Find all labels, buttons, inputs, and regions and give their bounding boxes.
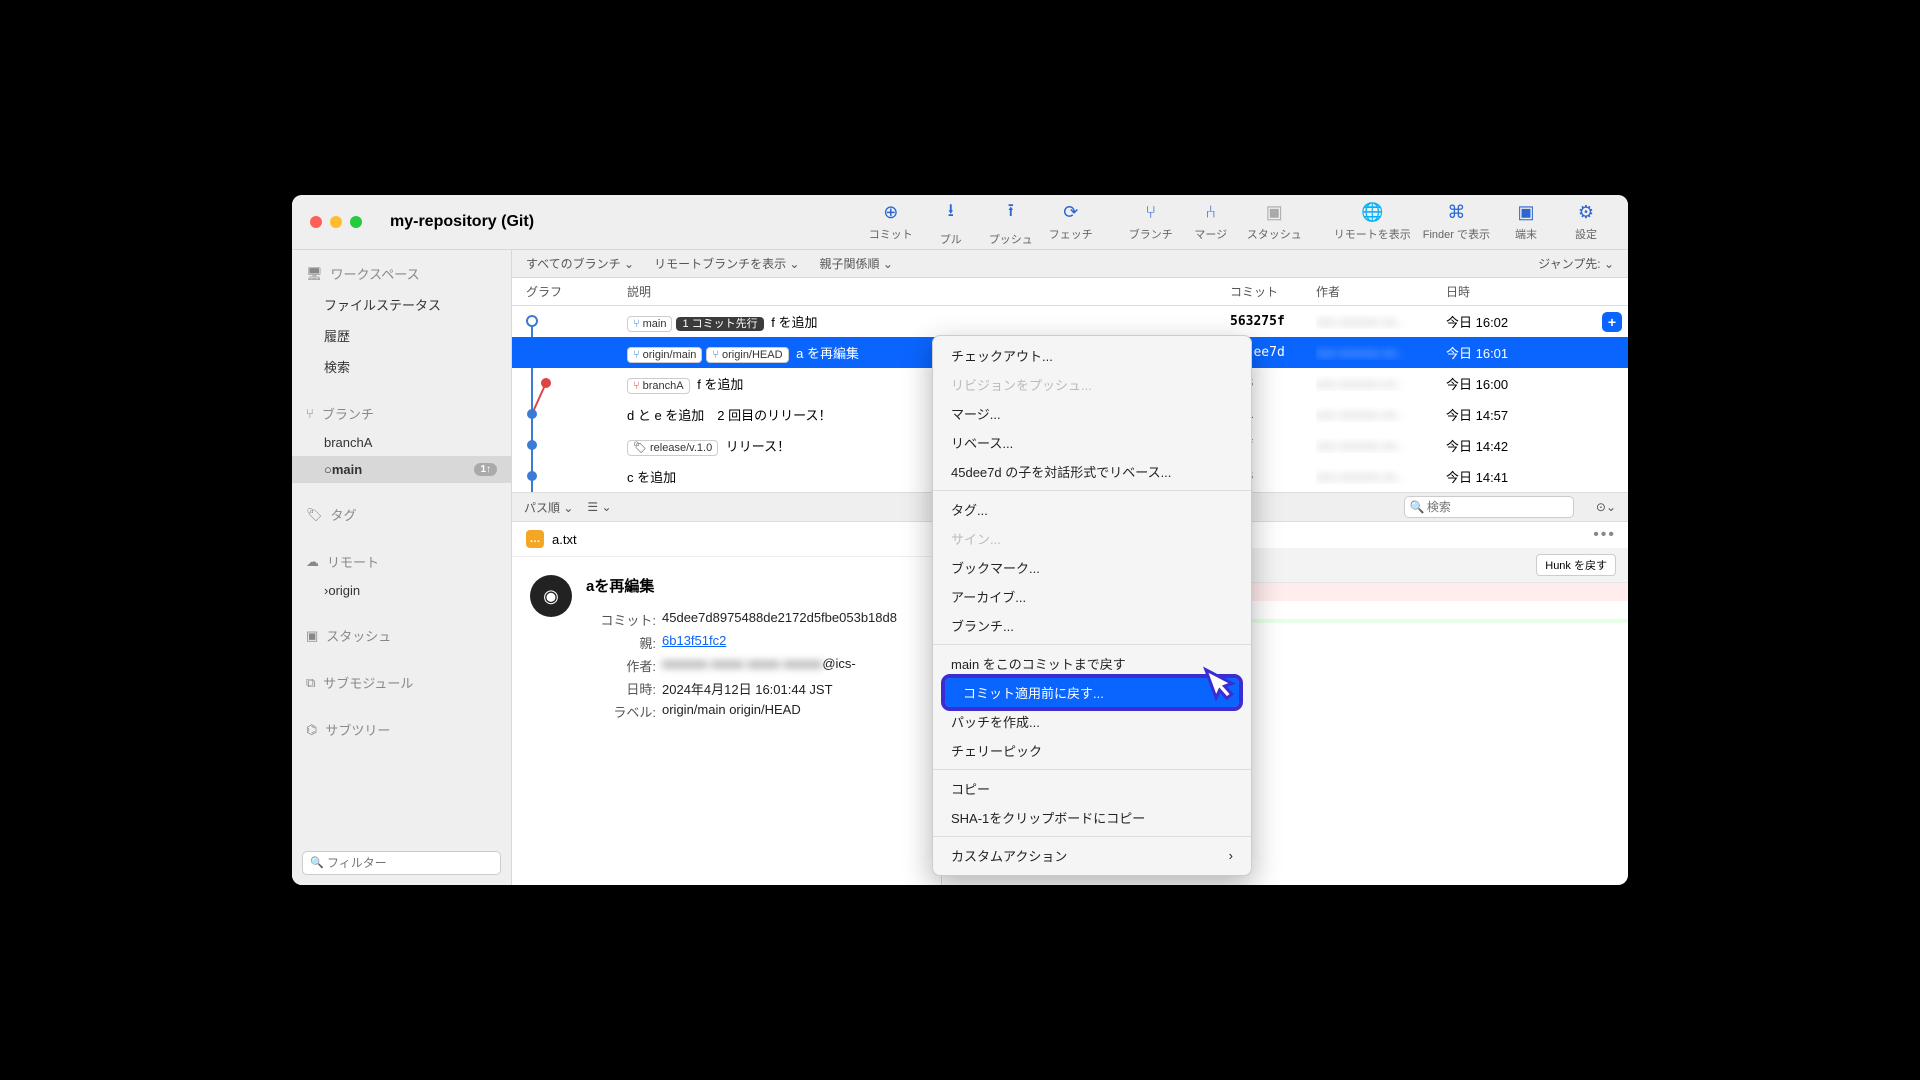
sidebar-item-search[interactable]: 検索 <box>292 351 511 382</box>
filter-input[interactable] <box>302 851 501 875</box>
sidebar-stashes-head[interactable]: ▣スタッシュ <box>292 620 511 651</box>
tag-icon: 🏷 <box>306 507 323 523</box>
sidebar-item-file-status[interactable]: ファイルステータス <box>292 289 511 320</box>
search-icon: 🔍 <box>310 856 324 869</box>
monitor-icon: 🖥 <box>306 266 323 282</box>
menu-bookmark[interactable]: ブックマーク... <box>933 553 1251 582</box>
sidebar-remotes-head[interactable]: ☁リモート <box>292 546 511 577</box>
sidebar-item-origin[interactable]: › origin <box>292 577 511 604</box>
menu-reset-main[interactable]: main をこのコミットまで戻す <box>933 649 1251 678</box>
maximize-icon[interactable] <box>350 216 362 228</box>
stash-button[interactable]: ▣スタッシュ <box>1241 195 1308 251</box>
show-remote-button[interactable]: 🌐リモートを表示 <box>1328 195 1417 251</box>
menu-copy-sha[interactable]: SHA-1をクリップボードにコピー <box>933 803 1251 832</box>
menu-copy[interactable]: コピー <box>933 774 1251 803</box>
filter-show-remote[interactable]: リモートブランチを表示 ⌄ <box>654 255 799 272</box>
menu-cherry-pick[interactable]: チェリーピック <box>933 736 1251 765</box>
sidebar-tags-head[interactable]: 🏷タグ <box>292 499 511 530</box>
close-icon[interactable] <box>310 216 322 228</box>
sidebar-workspace-head[interactable]: 🖥ワークスペース <box>292 258 511 289</box>
list-options-button[interactable]: ☰ ⌄ <box>587 500 611 514</box>
submodule-icon: ⧉ <box>306 675 315 691</box>
globe-icon: 🌐 <box>1361 202 1383 223</box>
sidebar: 🖥ワークスペース ファイルステータス 履歴 検索 ⑂ブランチ branchA ○… <box>292 250 512 885</box>
terminal-button[interactable]: ▣端末 <box>1496 195 1556 251</box>
menu-interactive-rebase[interactable]: 45dee7d の子を対話形式でリベース... <box>933 457 1251 486</box>
sidebar-item-brancha[interactable]: branchA <box>292 429 511 456</box>
branch-icon: ⑂ <box>1145 202 1156 223</box>
terminal-icon: ▣ <box>1517 202 1534 223</box>
file-item[interactable]: … a.txt <box>512 522 941 556</box>
pull-button[interactable]: ⭳プル <box>921 195 981 251</box>
menu-custom-action[interactable]: カスタムアクション› <box>933 841 1251 870</box>
app-window: my-repository (Git) ⊕コミット ⭳プル ⭱プッシュ ⟳フェッ… <box>292 195 1628 885</box>
add-button[interactable]: + <box>1602 312 1622 332</box>
menu-sign: サイン... <box>933 524 1251 553</box>
menu-branch[interactable]: ブランチ... <box>933 611 1251 640</box>
menu-checkout[interactable]: チェックアウト... <box>933 341 1251 370</box>
filter-all-branches[interactable]: すべてのブランチ ⌄ <box>526 255 634 272</box>
titlebar: my-repository (Git) ⊕コミット ⭳プル ⭱プッシュ ⟳フェッ… <box>292 195 1628 250</box>
window-title: my-repository (Git) <box>390 213 534 231</box>
options-icon[interactable]: ⊙⌄ <box>1596 500 1616 514</box>
search-icon: 🔍 <box>1410 500 1425 514</box>
parent-link[interactable]: 6b13f51fc2 <box>662 633 726 648</box>
plus-circle-icon: ⊕ <box>883 202 898 223</box>
revert-hunk-button[interactable]: Hunk を戻す <box>1536 554 1616 576</box>
sidebar-item-history[interactable]: 履歴 <box>292 320 511 351</box>
subtree-icon: ⌬ <box>306 722 317 738</box>
show-finder-button[interactable]: ⌘Finder で表示 <box>1417 195 1496 251</box>
menu-create-patch[interactable]: パッチを作成... <box>933 707 1251 736</box>
branch-button[interactable]: ⑂ブランチ <box>1121 195 1181 251</box>
settings-button[interactable]: ⚙設定 <box>1556 195 1616 251</box>
fetch-icon: ⟳ <box>1063 202 1078 223</box>
merge-icon: ⑃ <box>1205 202 1216 223</box>
table-header: グラフ 説明 コミット 作者 日時 <box>512 278 1628 306</box>
stash-icon: ▣ <box>1266 202 1283 223</box>
menu-push-rev: リビジョンをプッシュ... <box>933 370 1251 399</box>
minimize-icon[interactable] <box>330 216 342 228</box>
avatar: ◉ <box>530 575 572 617</box>
file-modified-icon: … <box>526 530 544 548</box>
main-pane: すべてのブランチ ⌄ リモートブランチを表示 ⌄ 親子関係順 ⌄ ジャンプ先: … <box>512 250 1628 885</box>
context-menu: チェックアウト... リビジョンをプッシュ... マージ... リベース... … <box>932 335 1252 876</box>
sidebar-subtrees-head[interactable]: ⌬サブツリー <box>292 714 511 745</box>
commit-row[interactable]: ⑂ main1 コミット先行 f を追加563275fxxx-xxxxxx-xx… <box>512 306 1628 337</box>
commit-button[interactable]: ⊕コミット <box>861 195 921 251</box>
push-button[interactable]: ⭱プッシュ <box>981 195 1041 251</box>
menu-revert-commit[interactable]: コミット適用前に戻す... <box>945 678 1239 707</box>
gear-icon: ⚙ <box>1578 202 1594 223</box>
branch-icon: ⑂ <box>306 406 314 421</box>
stash-icon: ▣ <box>306 628 318 644</box>
menu-rebase[interactable]: リベース... <box>933 428 1251 457</box>
download-icon: ⭳ <box>948 198 954 228</box>
sidebar-submodules-head[interactable]: ⧉サブモジュール <box>292 667 511 698</box>
chevron-right-icon: › <box>1229 848 1233 863</box>
menu-archive[interactable]: アーカイブ... <box>933 582 1251 611</box>
upload-icon: ⭱ <box>1008 198 1014 228</box>
menu-merge[interactable]: マージ... <box>933 399 1251 428</box>
finder-icon: ⌘ <box>1447 202 1465 223</box>
sidebar-filter: 🔍 <box>302 851 501 875</box>
file-list: … a.txt ◉ aを再編集 コミット:45dee7d8975488de217… <box>512 522 942 885</box>
merge-button[interactable]: ⑃マージ <box>1181 195 1241 251</box>
filter-order[interactable]: 親子関係順 ⌄ <box>819 255 892 272</box>
commit-title: aを再編集 <box>586 575 923 596</box>
sidebar-branches-head[interactable]: ⑂ブランチ <box>292 398 511 429</box>
fetch-button[interactable]: ⟳フェッチ <box>1041 195 1101 251</box>
jump-to[interactable]: ジャンプ先: ⌄ <box>1538 255 1614 272</box>
cloud-icon: ☁ <box>306 554 319 570</box>
menu-tag[interactable]: タグ... <box>933 495 1251 524</box>
commit-details: ◉ aを再編集 コミット:45dee7d8975488de2172d5fbe05… <box>512 556 941 743</box>
diff-search-input[interactable] <box>1404 496 1574 518</box>
sidebar-item-main[interactable]: ○ main1↑ <box>292 456 511 483</box>
path-order-button[interactable]: パス順 ⌄ <box>524 499 573 516</box>
